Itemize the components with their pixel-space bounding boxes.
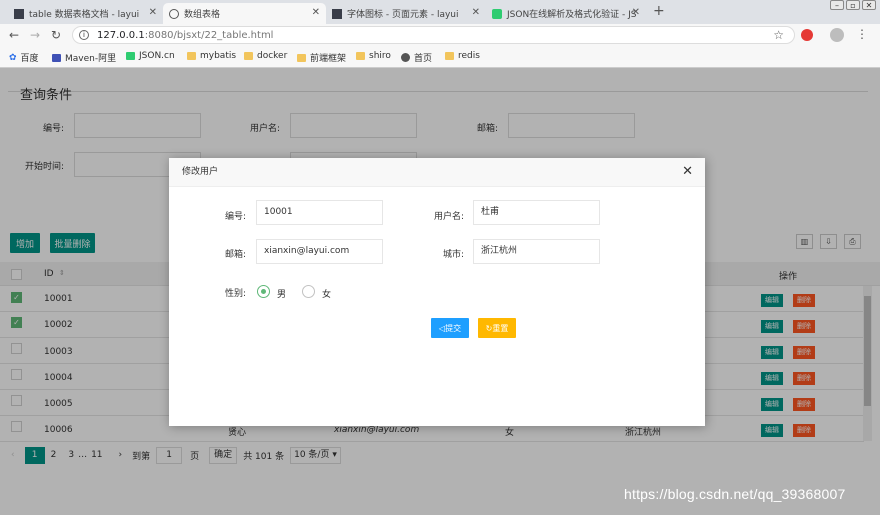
forward-icon[interactable]: → xyxy=(30,28,40,42)
paw-icon: ✿ xyxy=(9,52,17,63)
email-label: 邮箱: xyxy=(224,250,246,260)
close-tab-icon[interactable]: ✕ xyxy=(149,7,157,18)
menu-icon[interactable]: ⋮ xyxy=(856,27,868,41)
reset-button[interactable]: ↻ 重置 xyxy=(478,318,516,338)
email-field[interactable]: xianxin@layui.com xyxy=(256,239,383,264)
bookmark-item[interactable]: JSON.cn xyxy=(126,51,175,61)
edit-user-dialog: 修改用户 ✕ 编号: 10001 用户名: 杜甫 邮箱: xianxin@lay… xyxy=(169,158,705,426)
star-icon[interactable]: ☆ xyxy=(773,28,784,42)
submit-button[interactable]: ◁ 提交 xyxy=(431,318,469,338)
window-controls: – ▫ ✕ xyxy=(830,0,876,10)
radio-male-label[interactable]: 男 xyxy=(277,287,286,300)
address-bar-row: ← → ↻ i 127.0.0.1 :8080/bjsxt/22_table.h… xyxy=(0,24,880,46)
reload-icon[interactable]: ↻ xyxy=(51,28,61,42)
close-window-icon[interactable]: ✕ xyxy=(862,0,876,10)
folder-icon xyxy=(356,52,365,60)
close-tab-icon[interactable]: ✕ xyxy=(472,7,480,18)
watermark: https://blog.csdn.net/qq_39368007 xyxy=(624,486,846,502)
radio-female[interactable] xyxy=(302,285,315,298)
close-tab-icon[interactable]: ✕ xyxy=(312,7,320,18)
radio-male[interactable] xyxy=(257,285,270,298)
browser-tab-3[interactable]: 字体图标 - 页面元素 - layui ✕ xyxy=(326,3,486,24)
dialog-title: 修改用户 xyxy=(169,158,705,187)
back-icon[interactable]: ← xyxy=(9,28,19,42)
reset-label: 重置 xyxy=(492,323,509,333)
globe-icon xyxy=(401,53,410,62)
new-tab-button[interactable]: + xyxy=(653,3,665,19)
radio-female-label[interactable]: 女 xyxy=(322,287,331,300)
city-field[interactable]: 浙江杭州 xyxy=(473,239,600,264)
json-icon xyxy=(126,52,135,60)
avatar[interactable] xyxy=(830,28,844,42)
tab-title: 数组表格 xyxy=(184,10,221,20)
submit-label: 提交 xyxy=(445,323,462,333)
browser-tab-1[interactable]: table 数据表格文档 - layui ✕ xyxy=(8,3,163,24)
browser-tab-2[interactable]: 数组表格 ✕ xyxy=(163,3,326,24)
close-tab-icon[interactable]: ✕ xyxy=(632,7,640,18)
browser-tab-4[interactable]: JSON在线解析及格式化验证 - JS ✕ xyxy=(486,3,646,24)
username-label: 用户名: xyxy=(433,212,464,222)
folder-icon xyxy=(297,53,306,62)
minimize-icon[interactable]: – xyxy=(830,0,844,10)
globe-icon xyxy=(169,8,179,19)
bookmark-item[interactable]: redis xyxy=(445,51,480,61)
browser-tab-bar: table 数据表格文档 - layui ✕ 数组表格 ✕ 字体图标 - 页面元… xyxy=(0,0,880,24)
bookmark-item[interactable]: 前端框架 xyxy=(297,51,346,64)
bookmark-item[interactable]: ✿ 百度 xyxy=(9,51,39,65)
bookmark-item[interactable]: mybatis xyxy=(187,51,236,61)
layui-icon xyxy=(14,8,24,19)
bookmark-item[interactable]: docker xyxy=(244,51,287,61)
refresh-icon: ↻ xyxy=(485,323,493,333)
restore-icon[interactable]: ▫ xyxy=(846,0,860,10)
folder-icon xyxy=(244,52,253,60)
url-path: :8080/bjsxt/22_table.html xyxy=(144,29,274,41)
username-field[interactable]: 杜甫 xyxy=(473,200,600,225)
url-input[interactable]: i 127.0.0.1 :8080/bjsxt/22_table.html ☆ xyxy=(72,26,795,44)
extension-icon[interactable] xyxy=(801,29,813,41)
folder-icon xyxy=(187,52,196,60)
close-icon[interactable]: ✕ xyxy=(682,165,693,178)
sex-label: 性别: xyxy=(224,289,246,299)
id-label: 编号: xyxy=(224,212,246,222)
bookmark-item[interactable]: 首页 xyxy=(401,51,432,64)
tab-title: 字体图标 - 页面元素 - layui xyxy=(347,10,459,20)
city-label: 城市: xyxy=(442,250,464,260)
id-field[interactable]: 10001 xyxy=(256,200,383,225)
json-icon xyxy=(492,8,502,19)
info-icon[interactable]: i xyxy=(79,30,89,40)
tab-title: table 数据表格文档 - layui xyxy=(29,10,140,20)
url-host: 127.0.0.1 xyxy=(97,29,145,41)
tab-title: JSON在线解析及格式化验证 - JS xyxy=(507,10,637,20)
maven-icon xyxy=(52,53,61,62)
bookmark-item[interactable]: Maven-阿里 xyxy=(52,51,116,64)
bookmark-item[interactable]: shiro xyxy=(356,51,391,61)
layui-icon xyxy=(332,8,342,19)
folder-icon xyxy=(445,52,454,60)
bookmarks-bar: ✿ 百度 Maven-阿里 JSON.cn mybatis docker 前端框架… xyxy=(0,46,880,68)
